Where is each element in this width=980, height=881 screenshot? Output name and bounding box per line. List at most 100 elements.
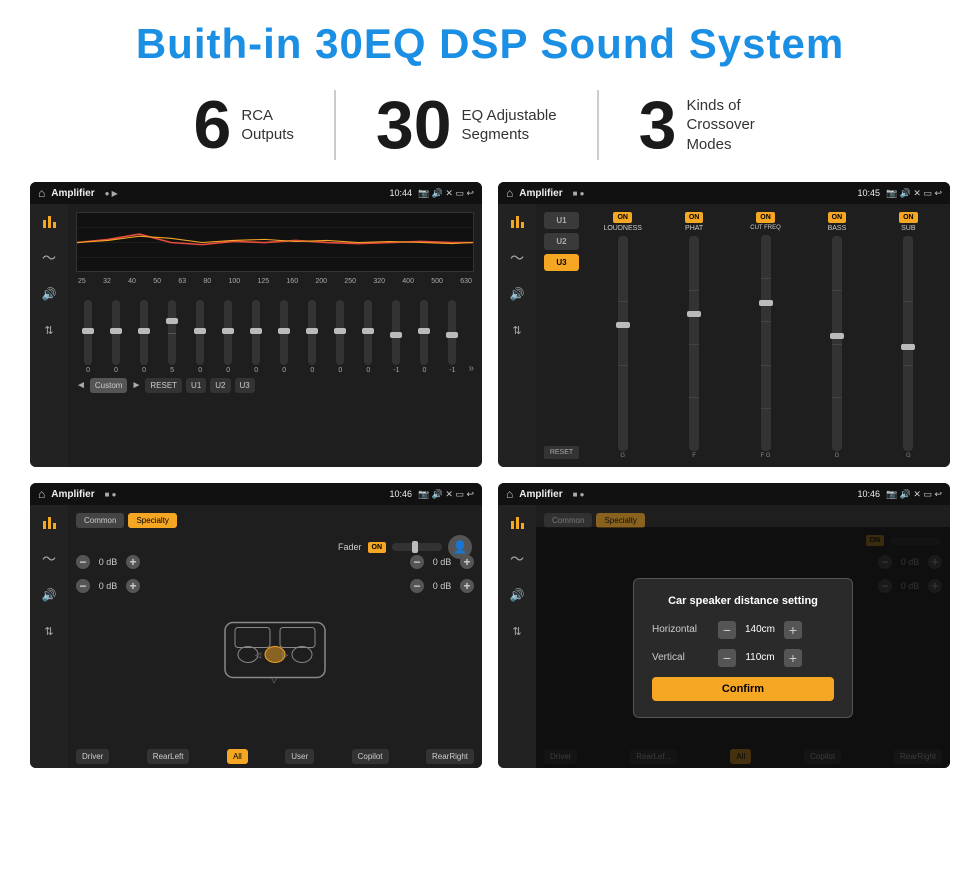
amp-sidebar-icon-3[interactable]: 🔊 <box>505 284 529 304</box>
amp-sidebar-icon-2[interactable]: 〜 <box>505 248 529 268</box>
copilot-btn[interactable]: Copilot <box>352 749 389 764</box>
db-plus-1[interactable]: + <box>126 555 140 569</box>
eq-slider-3[interactable]: 0 <box>132 300 156 374</box>
db-minus-2[interactable]: − <box>76 579 90 593</box>
preset-u2[interactable]: U2 <box>544 233 579 250</box>
db-left-bot: − 0 dB + <box>76 579 140 593</box>
eq-slider-5[interactable]: 0 <box>188 300 212 374</box>
eq-slider-11[interactable]: 0 <box>356 300 380 374</box>
db-minus-1[interactable]: − <box>76 555 90 569</box>
fader-tabs: Common Specialty <box>76 513 474 528</box>
horizontal-plus-btn[interactable]: + <box>784 621 802 639</box>
home-icon-amp[interactable]: ⌂ <box>506 186 513 200</box>
eq-custom-btn[interactable]: Custom <box>90 378 128 393</box>
freq-32: 32 <box>103 278 111 285</box>
svg-text:▽: ▽ <box>271 675 278 684</box>
eq-u2-btn[interactable]: U2 <box>210 378 230 393</box>
fader-sidebar-icon-4[interactable]: ⇅ <box>37 621 61 641</box>
loudness-on[interactable]: ON <box>613 212 632 223</box>
stat-rca: 6 RCA Outputs <box>154 91 334 159</box>
fader-sidebar-icon-3[interactable]: 🔊 <box>37 585 61 605</box>
eq-slider-1[interactable]: 0 <box>76 300 100 374</box>
cutfreq-on[interactable]: ON <box>756 212 775 223</box>
loudness-slider[interactable] <box>618 236 628 451</box>
fader-on-badge[interactable]: ON <box>368 542 387 553</box>
cutfreq-slider[interactable] <box>761 235 771 451</box>
eq-slider-12[interactable]: -1 <box>384 300 408 374</box>
rear-left-btn[interactable]: RearLeft <box>147 749 190 764</box>
eq-sidebar-icon-2[interactable]: 〜 <box>37 248 61 268</box>
eq-slider-9[interactable]: 0 <box>300 300 324 374</box>
fader-tab-common[interactable]: Common <box>76 513 124 528</box>
user-btn[interactable]: User <box>285 749 314 764</box>
amp-reset-btn[interactable]: RESET <box>544 446 579 459</box>
fader-sidebar: 〜 🔊 ⇅ <box>30 505 68 768</box>
eq-slider-2[interactable]: 0 <box>104 300 128 374</box>
screen-eq: ⌂ Amplifier ● ▶ 10:44 📷 🔊 ✕ ▭ ↩ <box>30 182 482 467</box>
eq-u1-btn[interactable]: U1 <box>186 378 206 393</box>
horizontal-minus-btn[interactable]: − <box>718 621 736 639</box>
sub-slider[interactable] <box>903 236 913 451</box>
bass-on[interactable]: ON <box>828 212 847 223</box>
phat-on[interactable]: ON <box>685 212 704 223</box>
phat-slider[interactable] <box>689 236 699 451</box>
db-plus-3[interactable]: + <box>460 555 474 569</box>
eq-next-arrow[interactable]: ► <box>131 380 141 391</box>
home-icon-fader[interactable]: ⌂ <box>38 487 45 501</box>
eq-slider-14[interactable]: -1 <box>440 300 464 374</box>
eq-slider-7[interactable]: 0 <box>244 300 268 374</box>
eq-prev-arrow[interactable]: ◄ <box>76 380 86 391</box>
arrows-icon: ⇅ <box>44 324 53 337</box>
eq-slider-13[interactable]: 0 <box>412 300 436 374</box>
dist-sidebar-icon-1[interactable] <box>505 513 529 533</box>
speaker-icon: 🔊 <box>42 287 57 301</box>
eq-slider-4[interactable]: 5 <box>160 300 184 374</box>
fader-slider-h[interactable] <box>392 543 442 551</box>
dist-sidebar-icon-2[interactable]: 〜 <box>505 549 529 569</box>
dist-sidebar-icon-4[interactable]: ⇅ <box>505 621 529 641</box>
screen-distance: ⌂ Amplifier ■ ● 10:46 📷 🔊 ✕ ▭ ↩ <box>498 483 950 768</box>
home-icon-dist[interactable]: ⌂ <box>506 487 513 501</box>
eq-sidebar-icon-3[interactable]: 🔊 <box>37 284 61 304</box>
all-btn[interactable]: All <box>227 749 248 764</box>
channel-loudness: ON LOUDNESS G <box>589 212 656 459</box>
eq-slider-6[interactable]: 0 <box>216 300 240 374</box>
wave-icon-2: 〜 <box>510 248 524 268</box>
eq-slider-10[interactable]: 0 <box>328 300 352 374</box>
db-plus-4[interactable]: + <box>460 579 474 593</box>
fader-sidebar-icon-2[interactable]: 〜 <box>37 549 61 569</box>
db-minus-3[interactable]: − <box>410 555 424 569</box>
eq-sidebar-icon-4[interactable]: ⇅ <box>37 320 61 340</box>
status-bar-dist: ⌂ Amplifier ■ ● 10:46 📷 🔊 ✕ ▭ ↩ <box>498 483 950 505</box>
dist-tab-common[interactable]: Common <box>544 513 592 528</box>
dist-tab-specialty[interactable]: Specialty <box>596 513 644 528</box>
cutfreq-val: F G <box>761 453 771 459</box>
eq-more-icon[interactable]: » <box>468 363 474 374</box>
dist-tabs: Common Specialty <box>544 513 942 528</box>
loudness-name: LOUDNESS <box>603 225 642 232</box>
sub-on[interactable]: ON <box>899 212 918 223</box>
home-icon[interactable]: ⌂ <box>38 186 45 200</box>
phat-val: F <box>692 453 696 459</box>
amp-sidebar-icon-4[interactable]: ⇅ <box>505 320 529 340</box>
eq-reset-btn[interactable]: RESET <box>145 378 182 393</box>
eq-u3-btn[interactable]: U3 <box>235 378 255 393</box>
rear-right-btn[interactable]: RearRight <box>426 749 474 764</box>
driver-btn[interactable]: Driver <box>76 749 109 764</box>
eq-sidebar-icon-1[interactable] <box>37 212 61 232</box>
db-left-top: − 0 dB + <box>76 555 140 569</box>
db-minus-4[interactable]: − <box>410 579 424 593</box>
vertical-plus-btn[interactable]: + <box>784 649 802 667</box>
vertical-minus-btn[interactable]: − <box>718 649 736 667</box>
fader-tab-specialty[interactable]: Specialty <box>128 513 176 528</box>
dist-sidebar-icon-3[interactable]: 🔊 <box>505 585 529 605</box>
amp-sidebar-icon-1[interactable] <box>505 212 529 232</box>
preset-u3[interactable]: U3 <box>544 254 579 271</box>
preset-u1[interactable]: U1 <box>544 212 579 229</box>
eq-slider-8[interactable]: 0 <box>272 300 296 374</box>
confirm-button[interactable]: Confirm <box>652 677 834 701</box>
bass-slider[interactable] <box>832 236 842 451</box>
db-plus-2[interactable]: + <box>126 579 140 593</box>
fader-sidebar-icon-1[interactable] <box>37 513 61 533</box>
stat-rca-number: 6 <box>194 91 232 159</box>
